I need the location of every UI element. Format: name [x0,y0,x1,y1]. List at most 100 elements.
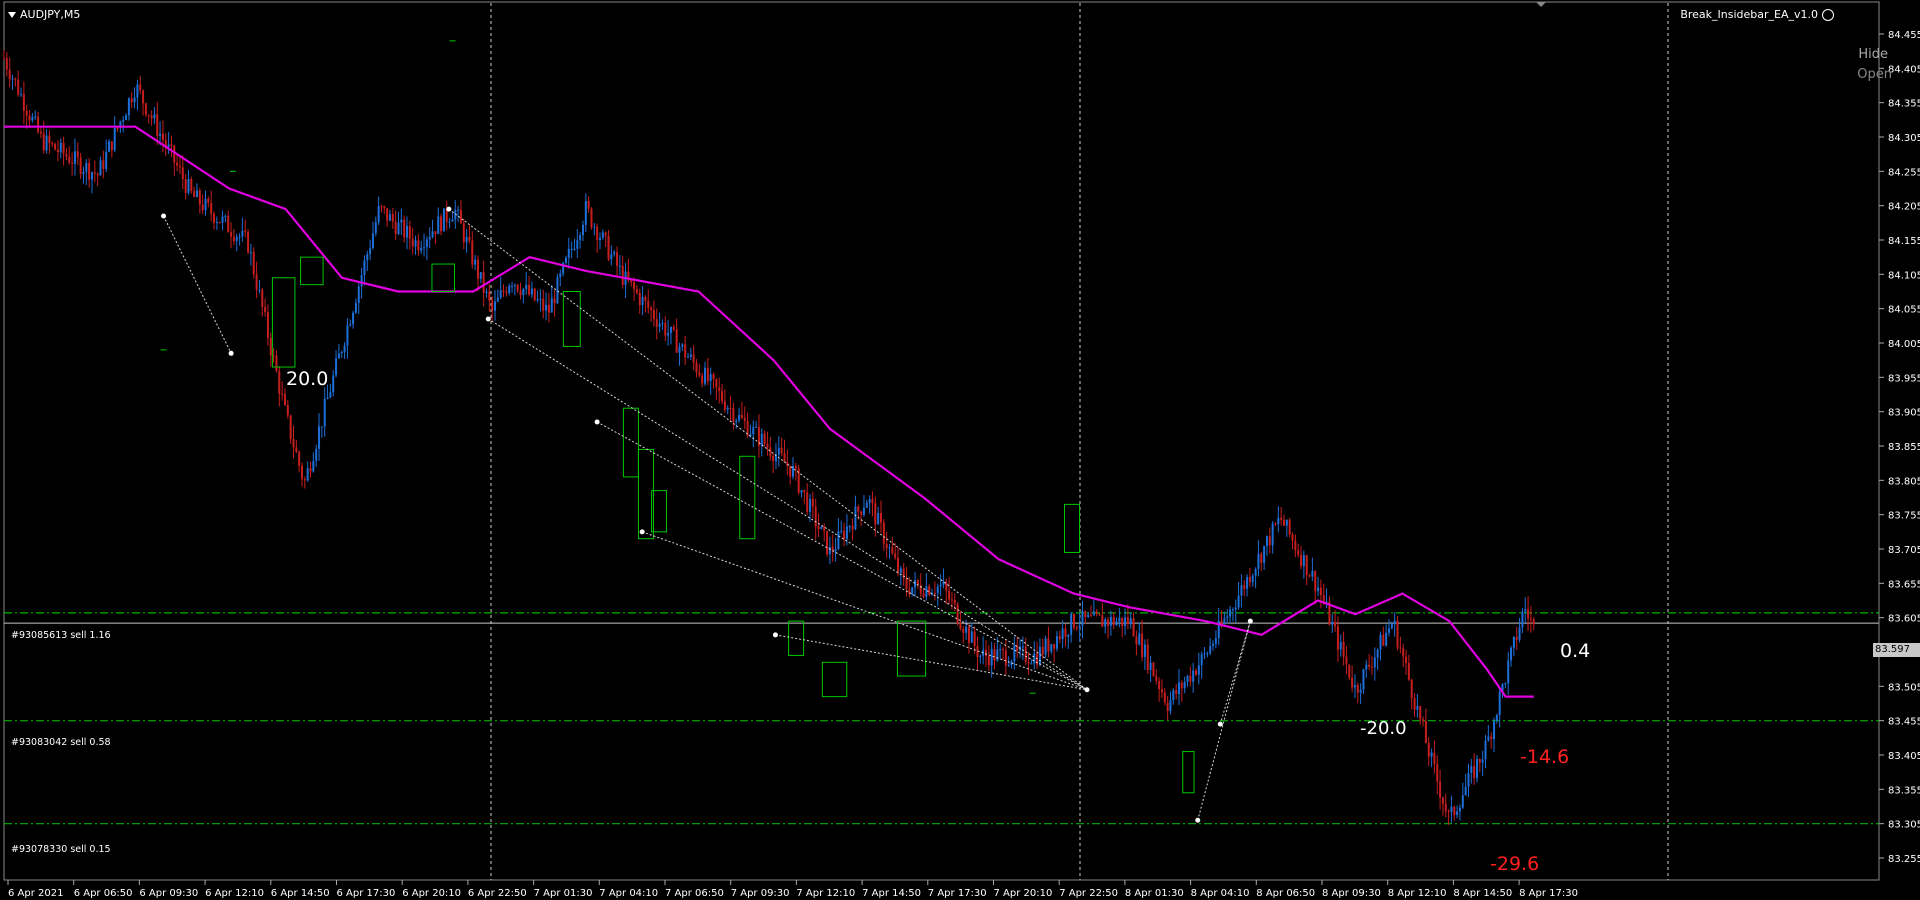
chart-shift-marker[interactable] [1536,2,1546,7]
candle-body [213,213,216,223]
expert-advisor-label[interactable]: Break_Insidebar_EA_v1.0 [1680,8,1834,21]
price-tick-label: 84.255 [1888,167,1920,178]
candle-body [1087,614,1090,618]
candle-body [922,593,925,597]
trade-marker[interactable] [594,419,600,425]
candle-body [465,237,468,243]
candle-body [408,225,411,239]
candle-body [479,272,482,279]
candle-body [550,298,553,313]
candle-body [1436,763,1439,782]
candle-body [1521,611,1524,628]
candle-body [442,208,445,232]
candle-body [303,479,306,481]
price-chart[interactable]: 84.455 84.405 84.355 84.305 84.255 84.205 84.1… [0,0,1920,900]
candle-body [579,235,582,241]
candle-body [272,355,275,357]
price-tick-label: 83.355 [1888,785,1920,796]
insidebar-box [896,620,927,677]
candle-body [1385,632,1388,646]
candle-body [865,502,868,508]
time-tick-label: 7 Apr 17:30 [928,888,987,899]
candle-body [1146,644,1149,670]
time-tick-label: 6 Apr 12:10 [205,888,264,899]
candle-body [1365,664,1368,670]
candle-body [471,240,474,265]
candle-body [1104,619,1107,627]
candle-body [593,226,596,228]
candle-body [139,84,142,91]
trade-marker[interactable] [1084,687,1090,693]
candle-body [34,116,37,118]
candle-body [1510,647,1513,661]
profit-label: 20.0 [286,368,329,390]
trade-marker[interactable] [772,632,778,638]
symbol-label[interactable]: AUDJPY,M5 [8,8,80,21]
smiley-icon [1822,8,1834,21]
trade-marker[interactable] [446,206,452,212]
candle-body [661,322,664,324]
candle-body [1419,705,1422,720]
candle-body [457,209,460,211]
candle-body [14,78,17,80]
candle-body [789,465,792,477]
candle-body [96,173,99,176]
candle-body [999,649,1002,651]
candle-body [8,69,11,80]
candle-body [76,151,79,158]
candle-body [1033,653,1036,664]
candle-body [105,151,108,169]
candle-body [440,216,443,232]
candle-body [1004,650,1007,666]
hide-button[interactable]: Hide [1858,47,1888,62]
candle-body [428,237,431,240]
open-button[interactable]: Open [1857,67,1892,82]
trade-marker[interactable] [639,529,645,535]
insidebar-box [821,661,848,698]
candle-body [840,530,843,532]
price-tick-label: 83.655 [1888,579,1920,590]
candle-body [780,447,783,454]
trade-marker[interactable] [485,316,491,322]
candle-body [530,288,533,295]
candle-body [794,465,797,469]
time-tick-label: 8 Apr 01:30 [1125,888,1184,899]
candle-body [340,352,343,354]
price-tick-label: 84.105 [1888,270,1920,281]
candle-body [752,427,755,435]
candle-body [488,291,491,301]
candle-body [664,322,667,336]
candle-body [1317,587,1320,592]
candle-body [1447,811,1450,813]
candle-body [1478,759,1481,763]
candle-body [1529,618,1532,620]
candle-body [491,300,494,311]
trade-marker[interactable] [1195,817,1201,823]
candle-body [576,240,579,249]
candle-body [1055,636,1058,649]
time-tick-label: 7 Apr 20:10 [994,888,1053,899]
candle-body [1336,626,1339,650]
candle-body [1013,645,1016,662]
trade-marker[interactable] [161,213,167,219]
trade-marker[interactable] [1247,618,1253,624]
candle-body [5,58,8,70]
candle-body [1297,550,1300,555]
candle-body [1512,636,1515,648]
candle-body [230,232,233,237]
candle-body [692,354,695,363]
chevron-down-icon[interactable] [8,11,16,18]
trade-marker[interactable] [1217,721,1223,727]
candle-body [207,198,210,203]
candle-body [743,417,746,421]
profit-label: -29.6 [1490,853,1540,875]
candle-body [195,190,198,197]
candle-body [1390,624,1393,629]
candle-body [1024,646,1027,662]
trade-marker[interactable] [228,350,234,356]
candle-body [1524,609,1527,612]
candle-body [357,286,360,303]
candle-body [1427,743,1430,757]
candle-body [1163,692,1166,703]
candle-body [1237,595,1240,608]
